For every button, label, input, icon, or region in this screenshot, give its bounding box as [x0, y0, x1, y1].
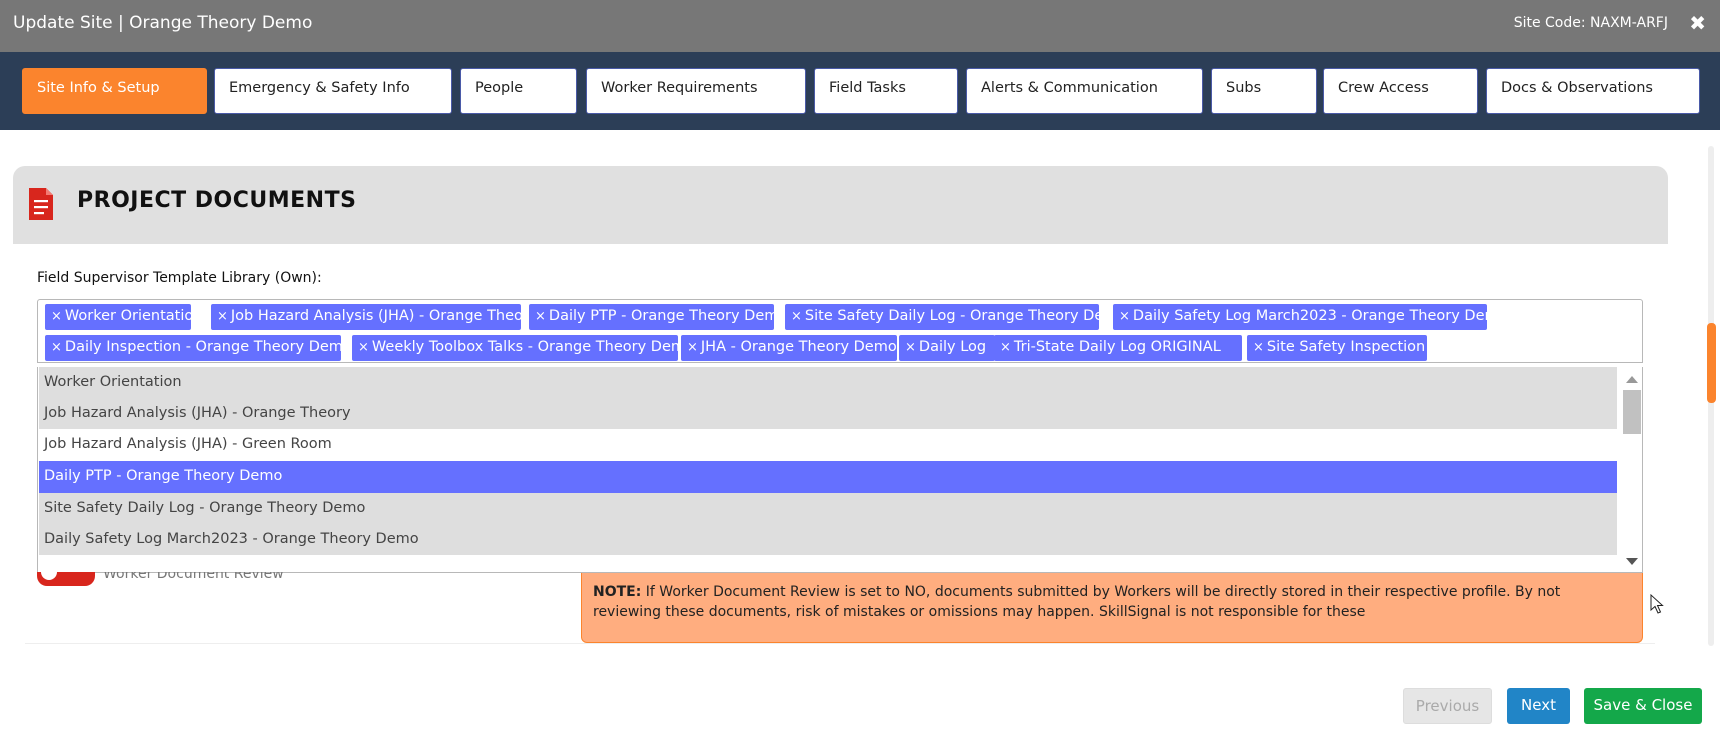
remove-chip-icon[interactable]: × [51, 340, 62, 355]
remove-chip-icon[interactable]: × [1119, 309, 1130, 324]
option-item[interactable]: Worker Orientation [39, 367, 1617, 398]
chip-label: Daily Log [918, 339, 987, 355]
tab-docs-observations[interactable]: Docs & Observations [1486, 68, 1700, 114]
close-icon[interactable]: ✖ [1689, 11, 1706, 35]
selected-chip: × Weekly Toolbox Talks - Orange Theory De… [352, 335, 678, 361]
selected-chip: × Job Hazard Analysis (JHA) - Orange Theo… [211, 304, 521, 330]
chip-label: Worker Orientation [64, 308, 191, 324]
worker-document-review-toggle[interactable] [37, 572, 95, 586]
note-prefix: NOTE: [593, 584, 642, 600]
remove-chip-icon[interactable]: × [535, 309, 546, 324]
save-close-button[interactable]: Save & Close [1584, 688, 1702, 724]
selected-chip: × Tri-State Daily Log ORIGINAL [994, 335, 1242, 361]
chip-label: Daily Inspection - Orange Theory Demo [64, 339, 341, 355]
selected-chip: × Worker Orientation [45, 304, 191, 330]
mouse-cursor-icon [1650, 594, 1664, 614]
worker-document-review-label: Worker Document Review [103, 572, 284, 582]
site-code: Site Code: NAXM-ARFJ [1513, 15, 1668, 31]
option-item[interactable]: Job Hazard Analysis (JHA) - Orange Theor… [39, 398, 1617, 429]
option-item[interactable]: Daily Safety Log March2023 - Orange Theo… [39, 524, 1617, 555]
selected-chip: × JHA - Orange Theory Demo [681, 335, 897, 361]
selected-chip: × Site Safety Inspection [1247, 335, 1427, 361]
tab-crew-access[interactable]: Crew Access [1323, 68, 1478, 114]
chip-label: Site Safety Inspection [1266, 339, 1426, 355]
tab-site-info-setup[interactable]: Site Info & Setup [22, 68, 207, 114]
option-item[interactable]: Site Safety Daily Log - Orange Theory De… [39, 493, 1617, 524]
chip-label: JHA - Orange Theory Demo [700, 339, 897, 355]
scroll-up-arrow-icon[interactable] [1626, 376, 1638, 383]
option-item[interactable]: Job Hazard Analysis (JHA) - Green Room [39, 429, 1617, 460]
section-title: PROJECT DOCUMENTS [77, 188, 357, 213]
selected-chip: × Daily PTP - Orange Theory Demo [529, 304, 774, 330]
tab-people[interactable]: People [460, 68, 577, 114]
remove-chip-icon[interactable]: × [1000, 340, 1011, 355]
template-library-label: Field Supervisor Template Library (Own): [37, 270, 322, 286]
title-bar: Update Site | Orange Theory Demo Site Co… [0, 0, 1720, 52]
divider [25, 643, 1655, 644]
tab-alerts-communication[interactable]: Alerts & Communication [966, 68, 1203, 114]
option-item-highlighted[interactable]: Daily PTP - Orange Theory Demo [39, 461, 1617, 493]
dropdown-scroll-thumb[interactable] [1623, 390, 1641, 434]
document-icon [29, 188, 53, 220]
chip-label: Daily Safety Log March2023 - Orange Theo… [1132, 308, 1487, 324]
tab-worker-requirements[interactable]: Worker Requirements [586, 68, 806, 114]
remove-chip-icon[interactable]: × [358, 340, 369, 355]
toggle-knob [41, 572, 57, 580]
chip-label: Daily PTP - Orange Theory Demo [548, 308, 774, 324]
previous-button[interactable]: Previous [1403, 688, 1492, 724]
page-scrollbar[interactable] [1703, 130, 1720, 660]
selected-chip: × Daily Log [899, 335, 995, 361]
chip-label: Site Safety Daily Log - Orange Theory De… [804, 308, 1099, 324]
tab-bar: Site Info & Setup Emergency & Safety Inf… [0, 52, 1720, 130]
chip-label: Tri-State Daily Log ORIGINAL [1013, 339, 1221, 355]
scroll-down-arrow-icon[interactable] [1626, 558, 1638, 565]
remove-chip-icon[interactable]: × [905, 340, 916, 355]
remove-chip-icon[interactable]: × [791, 309, 802, 324]
remove-chip-icon[interactable]: × [687, 340, 698, 355]
template-options-list[interactable]: Worker Orientation Job Hazard Analysis (… [37, 367, 1643, 573]
remove-chip-icon[interactable]: × [217, 309, 228, 324]
section-header: PROJECT DOCUMENTS [13, 166, 1668, 244]
window-title: Update Site | Orange Theory Demo [13, 13, 313, 33]
remove-chip-icon[interactable]: × [1253, 340, 1264, 355]
selected-chip: × Site Safety Daily Log - Orange Theory D… [785, 304, 1099, 330]
page-scroll-thumb[interactable] [1707, 323, 1716, 403]
note-text: If Worker Document Review is set to NO, … [593, 584, 1561, 620]
template-library-select[interactable]: × Worker Orientation × Job Hazard Analysis… [37, 299, 1643, 363]
selected-chip: × Daily Safety Log March2023 - Orange The… [1113, 304, 1487, 330]
remove-chip-icon[interactable]: × [51, 309, 62, 324]
next-button[interactable]: Next [1507, 688, 1570, 724]
content-area: PROJECT DOCUMENTS Field Supervisor Templ… [0, 130, 1720, 740]
tab-subs[interactable]: Subs [1211, 68, 1317, 114]
chip-label: Job Hazard Analysis (JHA) - Orange Theor… [230, 308, 521, 324]
tab-emergency-safety-info[interactable]: Emergency & Safety Info [214, 68, 452, 114]
chip-label: Weekly Toolbox Talks - Orange Theory Dem… [371, 339, 678, 355]
selected-chip: × Daily Inspection - Orange Theory Demo [45, 335, 341, 361]
review-note: NOTE: If Worker Document Review is set t… [581, 573, 1643, 643]
dropdown-scrollbar[interactable] [1620, 367, 1642, 572]
tab-field-tasks[interactable]: Field Tasks [814, 68, 958, 114]
